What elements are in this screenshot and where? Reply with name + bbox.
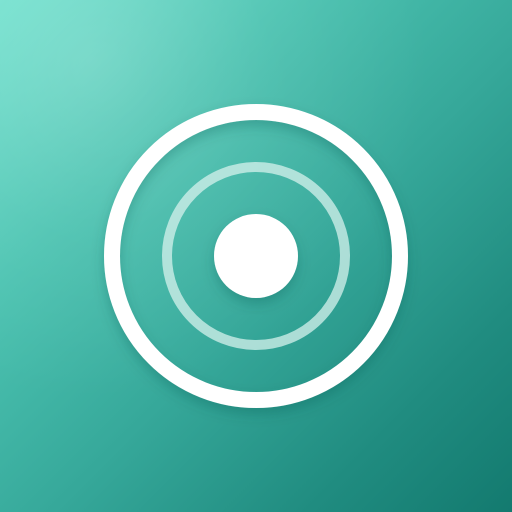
app-icon[interactable]: [0, 0, 512, 512]
target-radar-icon: [104, 104, 408, 408]
center-dot: [214, 214, 298, 298]
